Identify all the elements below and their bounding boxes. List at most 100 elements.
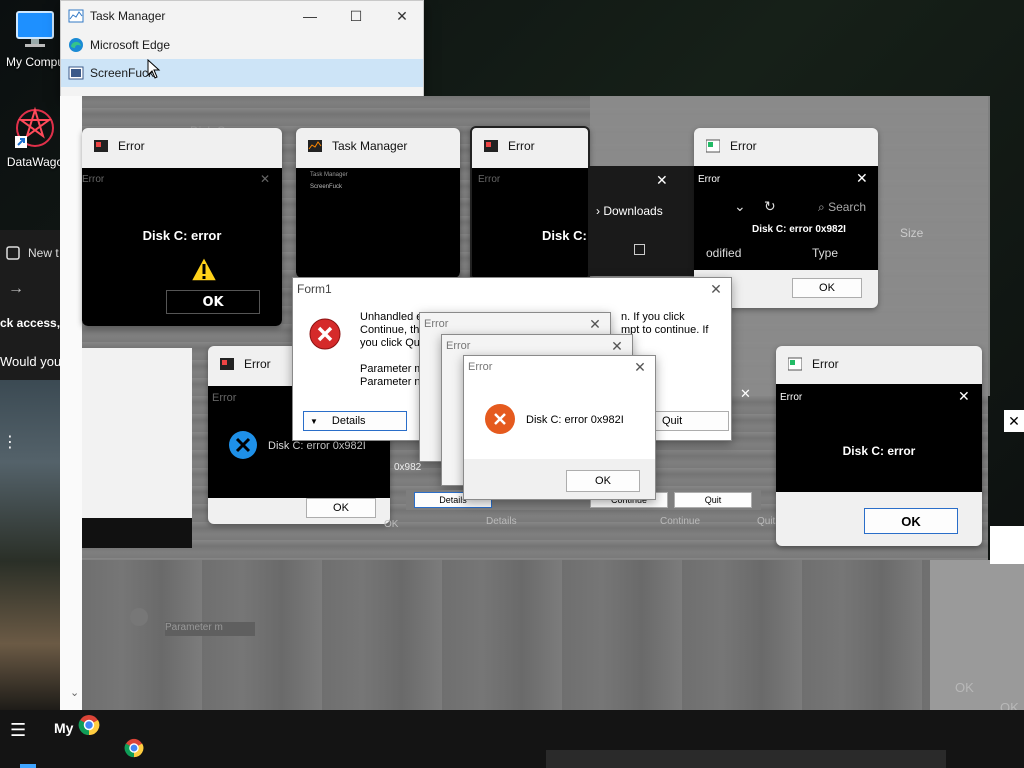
message-line: you click Qui xyxy=(360,337,423,349)
dialog-title: Error xyxy=(698,174,721,185)
thumb-title: Task Manager xyxy=(332,139,408,153)
close-icon[interactable]: ✕ xyxy=(705,280,727,298)
close-icon[interactable]: ✕ xyxy=(740,386,751,402)
dialog-title: Error xyxy=(424,318,449,330)
explorer-thumb-fragment xyxy=(82,348,192,548)
ok-button[interactable]: OK xyxy=(566,470,640,492)
message-text-right: n. If you click mpt to continue. If xyxy=(621,311,708,337)
switcher-thumb-error-right[interactable]: Error Error ✕ Disk C: error OK xyxy=(776,346,982,546)
mini-row: ScreenFuck xyxy=(310,184,343,190)
mini-row: Task Manager xyxy=(310,172,348,178)
close-icon[interactable]: ✕ xyxy=(656,172,668,189)
menu-icon[interactable]: ☰ xyxy=(10,720,26,741)
error-message: Disk C: error 0x982I xyxy=(752,224,846,235)
ghost-text: Continue xyxy=(660,516,701,527)
error-message: Disk C: error 0x982I xyxy=(268,440,366,452)
error-x-icon xyxy=(485,404,515,434)
task-manager-icon xyxy=(68,9,84,23)
ghost-text: OK xyxy=(384,519,399,530)
ghost-chrome-icon xyxy=(130,608,148,626)
error-message: Disk C: error xyxy=(842,444,916,458)
message-line: n. If you click xyxy=(621,311,685,323)
ok-button[interactable]: OK xyxy=(166,290,260,314)
close-icon[interactable]: ✕ xyxy=(958,388,970,405)
minimize-button[interactable]: — xyxy=(287,1,333,31)
checkbox[interactable] xyxy=(634,244,645,255)
switcher-thumb-task-manager[interactable]: Task Manager Task Manager ScreenFuck xyxy=(296,128,460,278)
window-icon xyxy=(788,357,802,371)
thumb-preview: Error ✕ ⌄ ↻ ⌕ Search Disk C: error 0x982… xyxy=(694,166,878,270)
thumb-preview: Task Manager ScreenFuck xyxy=(296,168,460,278)
thumb-titlebar: Task Manager xyxy=(296,128,460,164)
thumb-titlebar: Error xyxy=(694,128,878,164)
dialog-title: Error xyxy=(780,392,803,403)
edge-icon xyxy=(69,38,83,52)
close-icon[interactable]: ✕ xyxy=(584,315,606,333)
close-icon[interactable]: ✕ xyxy=(629,358,651,376)
chrome-icon[interactable] xyxy=(78,714,100,736)
chrome-icon[interactable] xyxy=(124,738,144,758)
error-message: Disk C: error xyxy=(542,228,588,243)
my-computer-taskbar-label[interactable]: My xyxy=(54,720,73,736)
active-indicator xyxy=(20,764,36,768)
jump-list-title: Task Manager xyxy=(90,9,166,23)
glitch-taskbar-fragment xyxy=(546,750,946,768)
details-button[interactable]: ▼ Details xyxy=(303,411,407,431)
ok-button[interactable]: OK xyxy=(864,508,958,534)
close-icon: ✕ xyxy=(260,172,271,186)
ok-button[interactable]: OK xyxy=(792,278,862,298)
dark-strip xyxy=(82,518,192,548)
dialog-title: Error xyxy=(212,392,237,404)
error-x-icon xyxy=(309,318,341,350)
glitch-explorer-fragment: ✕ › Downloads xyxy=(588,166,694,276)
param-line: Parameter m xyxy=(360,363,424,375)
window-icon xyxy=(484,140,498,152)
column-header-type[interactable]: Type xyxy=(812,246,838,260)
glitch-region xyxy=(82,560,988,720)
downloads-breadcrumb[interactable]: › Downloads xyxy=(596,204,663,218)
window-icon xyxy=(220,358,234,370)
new-tab-label: New t xyxy=(28,246,59,260)
glitch-fragment xyxy=(990,526,1024,564)
chevron-down-icon[interactable]: ⌄ xyxy=(70,686,79,699)
thumb-title: Error xyxy=(812,357,839,371)
monitor-icon xyxy=(16,11,54,47)
error-message: Disk C: error xyxy=(142,228,222,243)
quit-button[interactable]: Quit xyxy=(655,411,729,431)
jump-list-item-screenfuck[interactable]: ScreenFuck xyxy=(61,59,423,87)
search-placeholder: Search xyxy=(828,200,867,214)
error-dialog-main: Error ✕ Disk C: error 0x982I OK xyxy=(463,355,656,500)
jump-list-item-edge[interactable]: Microsoft Edge xyxy=(61,31,423,59)
thumb-title: Error xyxy=(730,139,757,153)
more-dots-icon[interactable]: ⋮ xyxy=(2,432,18,452)
dialog-title: Error xyxy=(478,174,501,185)
thumb-titlebar: Error xyxy=(472,128,588,164)
search-box[interactable]: ⌕ Search xyxy=(818,200,866,215)
switcher-thumb-error[interactable]: Error Error ✕ Disk C: error OK xyxy=(82,128,282,326)
thumb-titlebar: Error xyxy=(82,128,282,164)
breadcrumb-label: Downloads xyxy=(603,204,663,218)
column-header-modified[interactable]: odified xyxy=(706,246,741,260)
message-text: Unhandled e Continue, the you click Qui xyxy=(360,311,425,350)
forward-arrow-icon[interactable]: → xyxy=(8,280,24,298)
mouse-cursor-icon xyxy=(147,59,161,79)
dialog-title: Error xyxy=(468,361,493,373)
task-manager-icon xyxy=(308,140,322,152)
maximize-button[interactable]: ☐ xyxy=(333,1,379,31)
task-manager-jump-list: Task Manager — ☐ ✕ Microsoft Edge Screen… xyxy=(60,0,424,98)
close-icon[interactable]: ✕ xyxy=(606,337,628,355)
ghost-text: Details xyxy=(486,516,517,527)
refresh-icon[interactable]: ↻ xyxy=(764,198,776,215)
jump-list-item-label: ScreenFuck xyxy=(90,66,155,80)
close-button[interactable]: ✕ xyxy=(379,1,425,31)
close-icon[interactable]: ✕ xyxy=(856,170,868,187)
thumb-preview: Error ✕ Disk C: error xyxy=(776,384,982,492)
switcher-thumb-error-selected[interactable]: Error Error Disk C: error xyxy=(470,126,590,282)
close-icon[interactable]: ✕ xyxy=(1004,410,1024,432)
screenfuck-icon xyxy=(68,66,84,80)
datawago-icon xyxy=(15,106,54,148)
ok-button[interactable]: OK xyxy=(306,498,376,518)
ghost-ok: OK xyxy=(955,680,974,695)
dialog-title: Error xyxy=(82,174,105,185)
search-icon: ⌕ xyxy=(818,200,829,214)
